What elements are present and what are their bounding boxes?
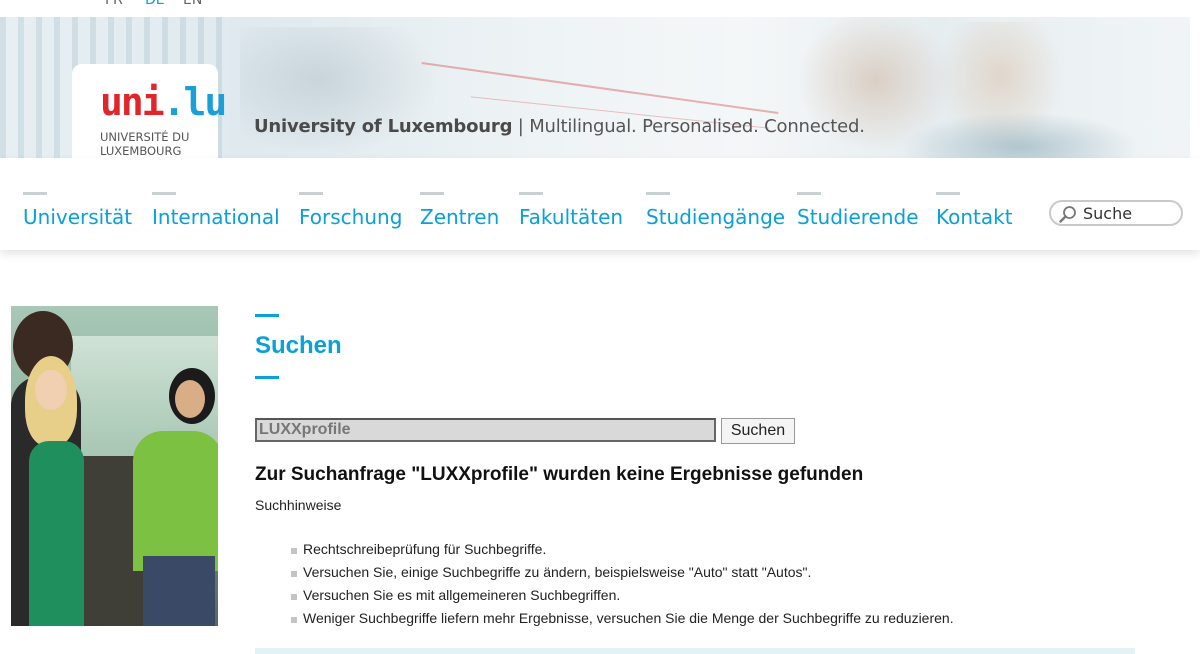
photo-person bbox=[35, 370, 67, 410]
search-submit-button[interactable]: Suchen bbox=[721, 418, 795, 444]
nav-item-marker bbox=[936, 192, 960, 195]
nav-item-label: Forschung bbox=[299, 205, 403, 229]
photo-person bbox=[133, 431, 218, 571]
nav-item-label: Kontakt bbox=[936, 205, 1013, 229]
nav-item-marker bbox=[23, 192, 47, 195]
nav-item-zentren[interactable]: Zentren bbox=[420, 192, 499, 229]
nav-item-forschung[interactable]: Forschung bbox=[299, 192, 402, 229]
header-search-input[interactable] bbox=[1083, 203, 1178, 223]
main-navigation: Universität International Forschung Zent… bbox=[0, 158, 1200, 250]
logo-mark: uni.lu bbox=[100, 80, 228, 124]
nav-item-label: Studierende bbox=[797, 205, 919, 229]
lang-en-link[interactable]: EN bbox=[183, 0, 202, 8]
nav-item-marker bbox=[519, 192, 543, 195]
photo-person bbox=[143, 556, 215, 626]
banner-decoration bbox=[421, 61, 779, 115]
search-hints-list: Rechtschreibeprüfung für Suchbegriffe. V… bbox=[291, 538, 954, 630]
title-accent-top bbox=[255, 314, 279, 317]
list-item: Rechtschreibeprüfung für Suchbegriffe. bbox=[291, 538, 954, 561]
search-hints-label: Suchhinweise bbox=[255, 497, 342, 513]
logo-text: UNIVERSITÉ DU LUXEMBOURG bbox=[100, 130, 189, 158]
language-bar: FR DE EN bbox=[0, 0, 1200, 17]
list-item: Weniger Suchbegriffe liefern mehr Ergebn… bbox=[291, 607, 954, 630]
nav-item-marker bbox=[797, 192, 821, 195]
banner-edge bbox=[1190, 17, 1200, 158]
lang-de-link[interactable]: DE bbox=[145, 0, 165, 8]
photo-person bbox=[175, 380, 205, 418]
nav-item-marker bbox=[420, 192, 444, 195]
logo-line-1: UNIVERSITÉ DU bbox=[100, 130, 190, 144]
logo-line-2: LUXEMBOURG bbox=[100, 144, 182, 158]
tagline-university: University of Luxembourg bbox=[254, 116, 513, 137]
logo-mark-lu: .lu bbox=[162, 80, 228, 124]
search-query-input[interactable] bbox=[255, 418, 716, 442]
tagline-motto: Multilingual. Personalised. Connected. bbox=[529, 116, 865, 137]
nav-item-international[interactable]: International bbox=[152, 192, 280, 229]
nav-item-studierende[interactable]: Studierende bbox=[797, 192, 919, 229]
content-footer-bar bbox=[255, 648, 1135, 654]
banner-photo-shoulder bbox=[900, 112, 1140, 158]
nav-item-label: Zentren bbox=[420, 205, 500, 229]
banner-photo-people bbox=[240, 27, 440, 158]
search-icon[interactable] bbox=[1059, 205, 1077, 223]
logo-mark-uni: uni bbox=[100, 80, 165, 124]
students-photo bbox=[11, 306, 218, 626]
page-title: Suchen bbox=[255, 332, 342, 359]
nav-item-marker bbox=[152, 192, 176, 195]
nav-item-studiengaenge[interactable]: Studiengänge bbox=[646, 192, 785, 229]
nav-item-kontakt[interactable]: Kontakt bbox=[936, 192, 1013, 229]
nav-item-label: International bbox=[152, 205, 280, 229]
nav-item-label: Studiengänge bbox=[646, 205, 786, 229]
nav-item-fakultaeten[interactable]: Fakultäten bbox=[519, 192, 623, 229]
nav-item-marker bbox=[646, 192, 670, 195]
list-item: Versuchen Sie es mit allgemeineren Suchb… bbox=[291, 584, 954, 607]
title-accent-bottom bbox=[255, 376, 279, 379]
search-form: Suchen bbox=[255, 418, 815, 444]
nav-item-marker bbox=[299, 192, 323, 195]
tagline-separator: | bbox=[512, 116, 530, 137]
site-tagline: University of Luxembourg | Multilingual.… bbox=[254, 116, 865, 137]
list-item: Versuchen Sie, einige Suchbegriffe zu än… bbox=[291, 561, 954, 584]
lang-fr-link[interactable]: FR bbox=[105, 0, 123, 8]
main-content: Suchen Suchen Zur Suchanfrage "LUXXprofi… bbox=[255, 314, 1135, 626]
no-results-heading: Zur Suchanfrage "LUXXprofile" wurden kei… bbox=[255, 464, 864, 485]
nav-item-label: Universität bbox=[23, 205, 133, 229]
photo-person bbox=[29, 441, 84, 626]
header-search[interactable] bbox=[1049, 200, 1183, 226]
nav-item-universitaet[interactable]: Universität bbox=[23, 192, 132, 229]
nav-item-label: Fakultäten bbox=[519, 205, 624, 229]
